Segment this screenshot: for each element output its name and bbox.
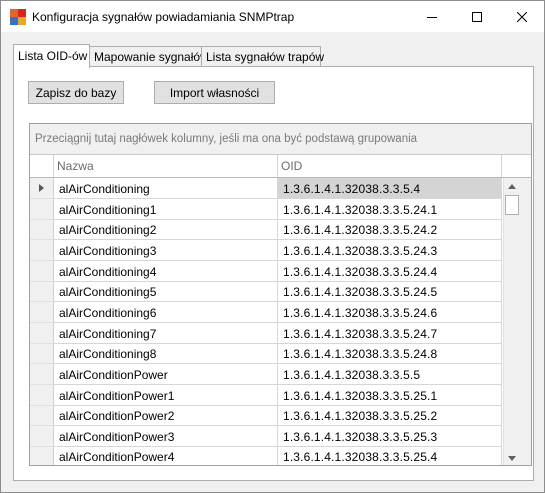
scrollbar-thumb[interactable] — [505, 195, 519, 215]
minimize-icon — [426, 16, 437, 18]
table-row[interactable]: alAirConditioning6 1.3.6.1.4.1.32038.3.3.… — [30, 301, 502, 323]
vertical-scrollbar[interactable] — [503, 178, 520, 465]
app-icon — [10, 9, 26, 25]
row-header[interactable] — [30, 322, 54, 344]
grid-body: alAirConditionPower4 1.3.6.1.4.1.32038.3.… — [30, 178, 531, 465]
cell-name[interactable]: alAirConditioning4 — [54, 260, 278, 282]
row-header[interactable] — [30, 178, 54, 199]
close-icon — [516, 11, 527, 22]
row-header[interactable] — [30, 405, 54, 427]
window-title: Konfiguracja sygnałów powiadamiania SNMP… — [32, 10, 295, 24]
cell-name[interactable]: alAirConditionPower4 — [54, 446, 278, 465]
table-row[interactable]: alAirConditionPower4 1.3.6.1.4.1.32038.3.… — [30, 446, 502, 465]
main-window: Konfiguracja sygnałów powiadamiania SNMP… — [0, 0, 545, 493]
cell-name[interactable]: alAirConditioning7 — [54, 322, 278, 344]
tab-panel-oid-list: Zapisz do bazy Import własności Przeciąg… — [13, 66, 534, 481]
scroll-down-button[interactable] — [504, 450, 520, 465]
tab-trap-signal-list[interactable]: Lista sygnałów trapów — [201, 46, 324, 67]
scroll-down-arrow-icon — [508, 456, 516, 461]
cell-oid[interactable]: 1.3.6.1.4.1.32038.3.3.5.24.5 — [278, 281, 502, 303]
cell-oid[interactable]: 1.3.6.1.4.1.32038.3.3.5.25.3 — [278, 425, 502, 447]
row-header[interactable] — [30, 219, 54, 241]
scroll-up-arrow-icon — [508, 184, 516, 189]
cell-name[interactable]: alAirConditioning2 — [54, 219, 278, 241]
cell-oid[interactable]: 1.3.6.1.4.1.32038.3.3.5.25.1 — [278, 384, 502, 406]
tab-signal-mapping[interactable]: Mapowanie sygnałów — [89, 46, 209, 67]
row-header[interactable] — [30, 343, 54, 365]
cell-oid[interactable]: 1.3.6.1.4.1.32038.3.3.5.4 — [278, 178, 502, 199]
column-header-name[interactable]: Nazwa — [54, 155, 278, 177]
cell-name[interactable]: alAirConditionPower — [54, 363, 278, 385]
tab-oid-list[interactable]: Lista OID-ów — [13, 44, 90, 68]
cell-name[interactable]: alAirConditioning — [54, 178, 278, 199]
cell-name[interactable]: alAirConditioning6 — [54, 301, 278, 323]
cell-oid[interactable]: 1.3.6.1.4.1.32038.3.3.5.24.8 — [278, 343, 502, 365]
import-properties-button[interactable]: Import własności — [154, 81, 275, 104]
cell-oid[interactable]: 1.3.6.1.4.1.32038.3.3.5.24.3 — [278, 239, 502, 261]
row-header[interactable] — [30, 384, 54, 406]
table-row[interactable]: alAirConditioning5 1.3.6.1.4.1.32038.3.3.… — [30, 281, 502, 303]
row-pointer-icon — [39, 184, 44, 192]
grid-filler — [520, 178, 531, 465]
row-header[interactable] — [30, 425, 54, 447]
maximize-button[interactable] — [454, 1, 499, 32]
cell-name[interactable]: alAirConditioning1 — [54, 198, 278, 220]
row-header[interactable] — [30, 301, 54, 323]
cell-oid[interactable]: 1.3.6.1.4.1.32038.3.3.5.24.2 — [278, 219, 502, 241]
cell-name[interactable]: alAirConditionPower2 — [54, 405, 278, 427]
row-header[interactable] — [30, 281, 54, 303]
cell-oid[interactable]: 1.3.6.1.4.1.32038.3.3.5.25.4 — [278, 446, 502, 465]
title-bar[interactable]: Konfiguracja sygnałów powiadamiania SNMP… — [1, 1, 544, 32]
table-row[interactable]: alAirConditionPower2 1.3.6.1.4.1.32038.3.… — [30, 405, 502, 427]
cell-oid[interactable]: 1.3.6.1.4.1.32038.3.3.5.24.6 — [278, 301, 502, 323]
maximize-icon — [471, 11, 482, 22]
group-by-panel[interactable]: Przeciągnij tutaj nagłówek kolumny, jeśl… — [30, 124, 531, 155]
table-row[interactable]: alAirConditioning1 1.3.6.1.4.1.32038.3.3.… — [30, 198, 502, 220]
cell-oid[interactable]: 1.3.6.1.4.1.32038.3.3.5.25.2 — [278, 405, 502, 427]
row-header[interactable] — [30, 198, 54, 220]
cell-oid[interactable]: 1.3.6.1.4.1.32038.3.3.5.24.7 — [278, 322, 502, 344]
cell-name[interactable]: alAirConditioning8 — [54, 343, 278, 365]
table-row[interactable]: alAirConditionPower3 1.3.6.1.4.1.32038.3.… — [30, 425, 502, 447]
save-to-database-button[interactable]: Zapisz do bazy — [28, 81, 124, 104]
table-row[interactable]: alAirConditioning2 1.3.6.1.4.1.32038.3.3.… — [30, 219, 502, 241]
cell-oid[interactable]: 1.3.6.1.4.1.32038.3.3.5.24.1 — [278, 198, 502, 220]
cell-oid[interactable]: 1.3.6.1.4.1.32038.3.3.5.24.4 — [278, 260, 502, 282]
table-row[interactable]: alAirConditioning4 1.3.6.1.4.1.32038.3.3.… — [30, 260, 502, 282]
row-header-corner — [30, 155, 54, 177]
oid-grid: Przeciągnij tutaj nagłówek kolumny, jeśl… — [29, 123, 532, 466]
close-button[interactable] — [499, 1, 544, 32]
column-header-oid[interactable]: OID — [278, 155, 502, 177]
cell-name[interactable]: alAirConditioning5 — [54, 281, 278, 303]
minimize-button[interactable] — [409, 1, 454, 32]
table-row[interactable]: alAirConditioning8 1.3.6.1.4.1.32038.3.3.… — [30, 343, 502, 365]
table-row[interactable]: alAirConditioning7 1.3.6.1.4.1.32038.3.3.… — [30, 322, 502, 344]
table-row[interactable]: alAirConditionPower 1.3.6.1.4.1.32038.3.3… — [30, 363, 502, 385]
grid-header: Nazwa OID — [30, 155, 531, 178]
scroll-up-button[interactable] — [504, 178, 520, 195]
table-row[interactable]: alAirConditioning3 1.3.6.1.4.1.32038.3.3.… — [30, 239, 502, 261]
row-header[interactable] — [30, 446, 54, 465]
table-row[interactable]: alAirConditionPower1 1.3.6.1.4.1.32038.3.… — [30, 384, 502, 406]
row-header[interactable] — [30, 260, 54, 282]
table-row[interactable]: alAirConditioning 1.3.6.1.4.1.32038.3.3.5… — [30, 178, 502, 199]
cell-name[interactable]: alAirConditioning3 — [54, 239, 278, 261]
cell-name[interactable]: alAirConditionPower1 — [54, 384, 278, 406]
row-header[interactable] — [30, 363, 54, 385]
cell-oid[interactable]: 1.3.6.1.4.1.32038.3.3.5.5 — [278, 363, 502, 385]
cell-name[interactable]: alAirConditionPower3 — [54, 425, 278, 447]
row-header[interactable] — [30, 239, 54, 261]
